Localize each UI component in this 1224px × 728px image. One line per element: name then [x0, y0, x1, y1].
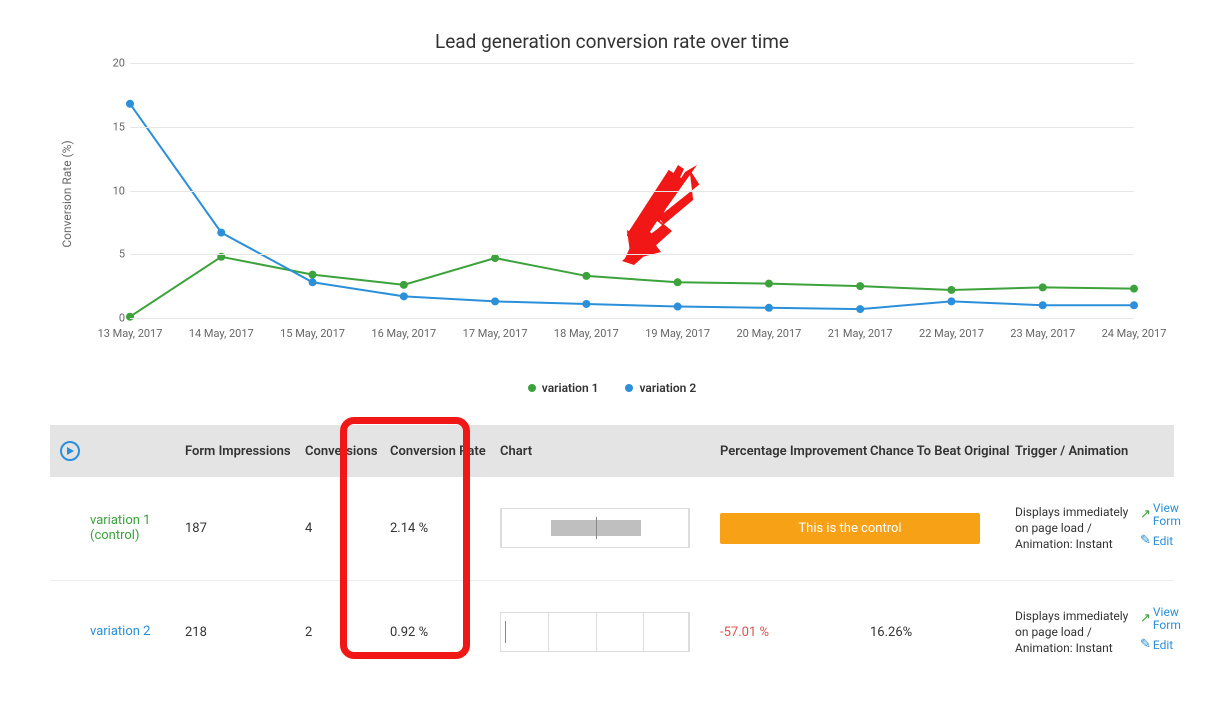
y-tick-label: 10	[95, 184, 125, 197]
cell-actions: ↗View Form ✎Edit	[1140, 502, 1200, 555]
header-chance-to-beat[interactable]: Chance To Beat Original	[870, 444, 1015, 459]
chart-title: Lead generation conversion rate over tim…	[50, 0, 1174, 63]
mini-chart	[500, 612, 690, 652]
legend-label: variation 1	[542, 381, 599, 395]
edit-link[interactable]: ✎Edit	[1140, 534, 1200, 548]
x-tick-label: 17 May, 2017	[463, 327, 528, 340]
header-chart[interactable]: Chart	[500, 444, 720, 459]
y-tick-label: 20	[95, 57, 125, 70]
y-axis-label: Conversion Rate (%)	[60, 140, 74, 247]
chart-legend: variation 1 variation 2	[50, 373, 1174, 415]
x-tick-label: 18 May, 2017	[554, 327, 619, 340]
cell-control-badge: This is the control	[720, 513, 1015, 544]
view-form-link[interactable]: ↗View Form	[1140, 606, 1200, 632]
header-conversion-rate[interactable]: Conversion Rate	[390, 444, 500, 459]
x-tick-label: 13 May, 2017	[98, 327, 163, 340]
chart-plot[interactable]: 0510152013 May, 201714 May, 201715 May, …	[130, 63, 1134, 318]
control-badge: This is the control	[720, 513, 980, 544]
x-tick-label: 24 May, 2017	[1102, 327, 1167, 340]
edit-link[interactable]: ✎Edit	[1140, 638, 1200, 652]
table-row: variation 1 (control) 187 4 2.14 % This …	[50, 477, 1174, 581]
cell-chance-to-beat: 16.26%	[870, 625, 1015, 640]
x-tick-label: 22 May, 2017	[919, 327, 984, 340]
table-header-row: Form Impressions Conversions Conversion …	[50, 425, 1174, 477]
cell-actions: ↗View Form ✎Edit	[1140, 606, 1200, 659]
variation-name-link[interactable]: variation 1 (control)	[90, 513, 185, 544]
chart-area: Conversion Rate (%) 0510152013 May	[85, 63, 1174, 373]
legend-dot-icon	[528, 384, 536, 392]
view-form-link[interactable]: ↗View Form	[1140, 502, 1200, 528]
y-tick-label: 15	[95, 120, 125, 133]
header-conversions[interactable]: Conversions	[305, 444, 390, 459]
cell-trigger: Displays immediately on page load / Anim…	[1015, 504, 1140, 553]
dashboard-container: Lead generation conversion rate over tim…	[0, 0, 1224, 703]
x-tick-label: 15 May, 2017	[280, 327, 345, 340]
cell-conversion-rate: 0.92 %	[390, 625, 500, 640]
table-row: variation 2 218 2 0.92 % -57.01 % 16.26%…	[50, 581, 1174, 684]
cell-percentage-improvement: -57.01 %	[720, 625, 870, 640]
header-percentage-improvement[interactable]: Percentage Improvement	[720, 444, 870, 459]
play-icon[interactable]	[60, 441, 80, 461]
cell-impressions: 187	[185, 521, 305, 536]
external-link-icon: ↗	[1140, 612, 1151, 626]
x-tick-label: 21 May, 2017	[828, 327, 893, 340]
x-tick-label: 20 May, 2017	[736, 327, 801, 340]
results-table: Form Impressions Conversions Conversion …	[50, 425, 1174, 683]
y-tick-label: 5	[95, 248, 125, 261]
x-tick-label: 23 May, 2017	[1010, 327, 1075, 340]
legend-dot-icon	[625, 384, 633, 392]
y-tick-label: 0	[95, 312, 125, 325]
x-tick-label: 16 May, 2017	[371, 327, 436, 340]
external-link-icon: ↗	[1140, 508, 1151, 522]
variation-name-link[interactable]: variation 2	[90, 624, 185, 640]
x-tick-label: 19 May, 2017	[645, 327, 710, 340]
cell-mini-chart	[500, 508, 720, 548]
cell-trigger: Displays immediately on page load / Anim…	[1015, 608, 1140, 657]
cell-impressions: 218	[185, 625, 305, 640]
cell-mini-chart	[500, 612, 720, 652]
legend-label: variation 2	[639, 381, 696, 395]
cell-conversion-rate: 2.14 %	[390, 521, 500, 536]
x-tick-label: 14 May, 2017	[189, 327, 254, 340]
edit-icon: ✎	[1140, 638, 1151, 652]
cell-conversions: 2	[305, 625, 390, 640]
header-form-impressions[interactable]: Form Impressions	[185, 444, 305, 459]
legend-item-variation-1[interactable]: variation 1	[528, 381, 599, 395]
edit-icon: ✎	[1140, 534, 1151, 548]
legend-item-variation-2[interactable]: variation 2	[625, 381, 696, 395]
header-trigger[interactable]: Trigger / Animation	[1015, 444, 1140, 459]
mini-chart	[500, 508, 690, 548]
cell-conversions: 4	[305, 521, 390, 536]
chart-panel: Lead generation conversion rate over tim…	[50, 0, 1174, 415]
